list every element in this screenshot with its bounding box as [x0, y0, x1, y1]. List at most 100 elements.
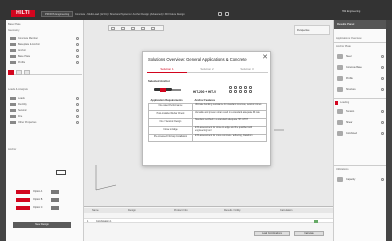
tab-loads[interactable] — [16, 70, 22, 75]
rp-item-structure[interactable]: Structure — [337, 86, 384, 93]
project-button[interactable]: PROFIS Engineering — [41, 11, 74, 17]
option-a-toggle[interactable] — [51, 190, 59, 194]
option-c-toggle[interactable] — [51, 206, 59, 210]
radio[interactable] — [381, 55, 384, 58]
radio[interactable] — [76, 43, 79, 46]
table-row: Pre-stressed Fill-Gap Installation ETA a… — [148, 133, 267, 143]
load-icon — [10, 97, 16, 100]
radio[interactable] — [381, 121, 384, 124]
left-panel: Base Plate Geometry Concrete Member Base… — [6, 20, 84, 241]
table-row: Fire-rated Performance Ultimate bonding … — [148, 102, 267, 112]
anchor-icon — [10, 43, 16, 46]
redo-icon[interactable] — [225, 12, 229, 16]
row-concrete-member[interactable]: Concrete Member — [10, 37, 82, 41]
section-loads: Loads & Analysis — [8, 88, 28, 91]
radio[interactable] — [381, 88, 384, 91]
new-design-button[interactable]: New Design — [13, 222, 71, 228]
divider — [334, 42, 387, 43]
anchor-swatch-3[interactable] — [16, 206, 30, 210]
undo-icon[interactable] — [218, 12, 222, 16]
left-panel-tabs — [8, 70, 82, 75]
tab-solution-2[interactable]: Solution 2 — [187, 66, 227, 73]
right-panel-header: Results Panel — [334, 20, 387, 29]
settings-icon — [10, 121, 16, 124]
row-other[interactable]: Other Properties — [10, 121, 82, 125]
selected-anchor-label: Selected Anchor — [148, 79, 170, 83]
option-c[interactable]: Option C — [33, 206, 42, 209]
radio[interactable] — [76, 49, 79, 52]
radio[interactable] — [76, 37, 79, 40]
table-row[interactable]: 1 Combination 1 — [84, 218, 333, 223]
rp-item-steel[interactable]: Steel — [337, 53, 384, 60]
concrete-icon — [337, 65, 343, 70]
bottom-panel: Name Design Product Info Results / Utili… — [84, 206, 333, 241]
structure-icon — [337, 87, 343, 92]
divider — [334, 165, 387, 166]
tab-geometry[interactable] — [8, 70, 14, 75]
tension-icon — [337, 109, 343, 114]
concrete-icon — [10, 37, 16, 40]
section-utilizations: Utilizations — [336, 168, 349, 171]
row-profile[interactable]: Profile — [10, 61, 82, 65]
radio[interactable] — [76, 97, 79, 100]
fire-icon — [10, 115, 16, 118]
solutions-overview-dialog: Solutions Overview: General Applications… — [142, 51, 271, 166]
row-anchor[interactable]: Anchor — [10, 49, 82, 53]
capacity-icon — [337, 177, 343, 182]
tab-solution-3[interactable]: Solution 3 — [227, 66, 267, 73]
row-seismic[interactable]: Seismic — [10, 109, 82, 113]
right-rail — [386, 20, 392, 241]
rp-item-concrete[interactable]: Concrete Base — [337, 64, 384, 71]
rp-item-shear[interactable]: Shear — [337, 119, 384, 126]
user-name[interactable]: Hilti Engineering — [342, 10, 360, 13]
row-baseplate-anchor[interactable]: Baseplate & Anchor — [10, 43, 82, 47]
row-fire[interactable]: Fire — [10, 115, 82, 119]
radio[interactable] — [76, 61, 79, 64]
anchor-swatch-1[interactable] — [16, 190, 30, 194]
calculate-button[interactable]: Calculate — [294, 231, 324, 236]
anchor-icon — [10, 49, 16, 52]
plate-icon — [10, 55, 16, 58]
feature-icon — [244, 86, 247, 89]
radio[interactable] — [381, 178, 384, 181]
radio[interactable] — [381, 132, 384, 135]
radio[interactable] — [76, 109, 79, 112]
right-panel: Results Panel Applications Overview Anch… — [333, 20, 387, 241]
option-b-toggle[interactable] — [51, 198, 59, 202]
product-name: HIT-200 + HIT-V — [193, 90, 217, 94]
radio[interactable] — [76, 121, 79, 124]
feature-icon — [229, 90, 232, 93]
rp-item-capacity[interactable]: Capacity — [337, 176, 384, 183]
radio[interactable] — [381, 110, 384, 113]
row-ductility[interactable]: Ductility — [10, 103, 82, 107]
radio[interactable] — [76, 115, 79, 118]
option-a[interactable]: Option A — [33, 190, 42, 193]
load-combinations-button[interactable]: Load Combinations — [254, 231, 290, 236]
hilti-logo[interactable]: HILTI — [11, 10, 35, 17]
tab-results[interactable] — [24, 70, 30, 75]
rp-item-combined[interactable]: Combined — [337, 130, 384, 137]
feature-icon — [249, 86, 252, 89]
rp-item-profile[interactable]: Profile — [337, 75, 384, 82]
profile-icon — [337, 76, 343, 81]
radio[interactable] — [381, 66, 384, 69]
anchor-swatch-2[interactable] — [16, 198, 30, 202]
table-header: Name Design Product Info Results / Utili… — [84, 208, 333, 213]
tab-solution-1[interactable]: Solution 1 — [147, 66, 187, 73]
radio[interactable] — [76, 103, 79, 106]
status-indicator — [314, 220, 318, 223]
option-b[interactable]: Option B — [33, 198, 42, 201]
section-geometry: Geometry — [8, 29, 20, 32]
row-loads[interactable]: Loads — [10, 97, 82, 101]
radio[interactable] — [76, 55, 79, 58]
combined-icon — [337, 131, 343, 136]
rp-item-tension[interactable]: Tension — [337, 108, 384, 115]
shear-icon — [337, 120, 343, 125]
row-base-plate[interactable]: Base Plate — [10, 55, 82, 59]
section-marker — [335, 101, 338, 105]
solution-tabs: Solution 1 Solution 2 Solution 3 — [147, 66, 268, 73]
divider — [334, 98, 387, 99]
filter-icon[interactable] — [56, 170, 66, 175]
close-icon[interactable]: ✕ — [261, 54, 269, 62]
radio[interactable] — [381, 77, 384, 80]
